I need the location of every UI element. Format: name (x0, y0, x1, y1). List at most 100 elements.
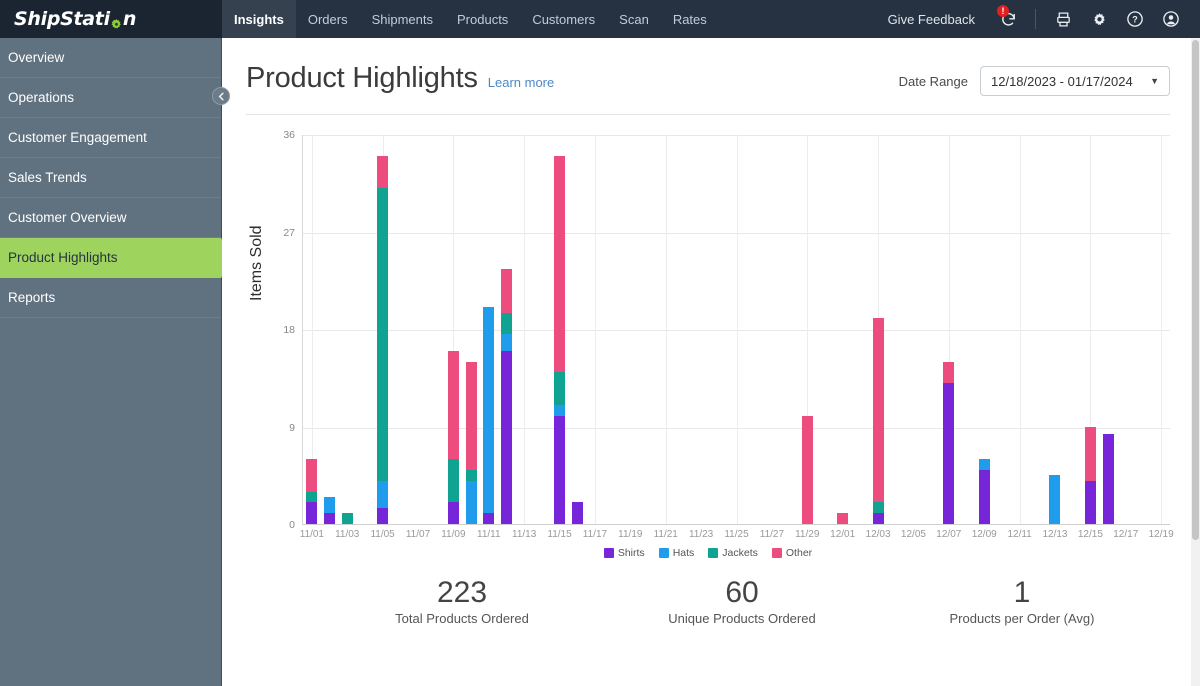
sidebar-item-customer-engagement[interactable]: Customer Engagement (0, 118, 221, 158)
chart-bar[interactable] (447, 350, 459, 524)
sidebar-item-overview[interactable]: Overview (0, 38, 221, 78)
chart-bar[interactable] (306, 459, 318, 524)
chart-x-tick: 11/25 (724, 529, 749, 540)
chart-bar-segment-shirts (447, 502, 459, 524)
legend-item-hats[interactable]: Hats (658, 547, 694, 559)
chart-bar[interactable] (943, 361, 955, 524)
sidebar-collapse-button[interactable] (212, 87, 230, 105)
sidebar-item-label: Overview (8, 50, 65, 65)
chart-x-tick: 12/03 (865, 529, 891, 540)
sidebar-item-label: Customer Engagement (8, 130, 147, 145)
stat-value: 1 (1013, 576, 1031, 609)
sidebar-item-product-highlights[interactable]: Product Highlights (0, 238, 234, 278)
stat-label: Total Products Ordered (395, 610, 529, 626)
legend-item-shirts[interactable]: Shirts (603, 547, 645, 559)
legend-swatch (603, 548, 614, 558)
chart-bar[interactable] (341, 513, 353, 524)
chart-bar-segment-hats (324, 496, 336, 514)
chart-vertical-gridline (524, 135, 526, 524)
chart-bar-segment-shirts (377, 507, 389, 524)
sidebar-item-operations[interactable]: Operations (0, 78, 221, 118)
chart-bar[interactable] (465, 361, 477, 524)
settings-button[interactable] (1082, 0, 1116, 38)
chart-bar-segment-hats (377, 480, 389, 508)
chart-bar-segment-other (943, 361, 955, 384)
chart-bar-segment-hats (554, 404, 566, 416)
chart-bar-segment-shirts (571, 502, 583, 524)
legend-swatch (658, 548, 669, 558)
chart-bar[interactable] (978, 459, 990, 524)
chart-bar[interactable] (571, 502, 583, 524)
shipstation-logo[interactable]: ShipStati n (0, 0, 222, 38)
chart-bar[interactable] (324, 496, 336, 524)
date-range-control: Date Range 12/18/2023 - 01/17/2024 ▼ (899, 66, 1170, 96)
summary-statistics: 223 Total Products Ordered 60 Unique Pro… (222, 577, 1200, 626)
chart-plot-area: 0 9 18 27 36 11/01 11/03 11/05 11/07 11/09 11/11 11… (283, 129, 1173, 540)
tab-orders[interactable]: Orders (296, 0, 360, 38)
legend-swatch (771, 548, 782, 558)
chart-x-tick: 12/13 (1042, 529, 1068, 540)
chart-bar[interactable] (801, 415, 813, 524)
page-header: Product Highlights Learn more Date Range… (222, 38, 1200, 96)
chart-bar[interactable] (1102, 434, 1114, 524)
chart-bar-segment-other (306, 459, 318, 492)
chart-bar-segment-jackets (447, 459, 459, 503)
chart-bar-segment-jackets (500, 312, 512, 335)
page-scrollbar[interactable] (1191, 38, 1200, 686)
chevron-left-icon (218, 91, 224, 101)
chart-x-tick: 12/07 (936, 529, 962, 540)
chart-bar-segment-shirts (324, 513, 336, 524)
chart-bar-segment-shirts (872, 513, 884, 524)
help-button[interactable]: ? (1118, 0, 1152, 38)
give-feedback-link[interactable]: Give Feedback (874, 12, 989, 27)
chart-x-tick: 11/21 (653, 529, 678, 540)
legend-label: Jackets (722, 547, 758, 559)
svg-text:?: ? (1132, 14, 1138, 24)
legend-item-jackets[interactable]: Jackets (708, 547, 758, 559)
brand-text: ShipStati n (14, 8, 136, 30)
chart-bar-segment-jackets (341, 513, 353, 524)
chart-bar[interactable] (837, 513, 849, 524)
chart-bar[interactable] (872, 318, 884, 524)
chart-bar-segment-other (554, 155, 566, 373)
chart-bar-segment-shirts (554, 415, 566, 524)
date-range-value: 12/18/2023 - 01/17/2024 (991, 73, 1133, 89)
sidebar-item-customer-overview[interactable]: Customer Overview (0, 198, 221, 238)
chart-bar[interactable] (554, 155, 566, 524)
chart-bar[interactable] (483, 307, 495, 524)
tab-shipments[interactable]: Shipments (360, 0, 445, 38)
chart-bar-segment-hats (465, 480, 477, 524)
tab-rates[interactable]: Rates (661, 0, 719, 38)
chart-bar[interactable] (500, 269, 512, 524)
chart-legend: Shirts Hats Jackets Other (246, 547, 1170, 559)
sidebar-item-label: Sales Trends (8, 170, 87, 185)
sidebar-item-sales-trends[interactable]: Sales Trends (0, 158, 221, 198)
chart-bar-segment-other (447, 350, 459, 460)
tab-scan[interactable]: Scan (607, 0, 661, 38)
scrollbar-thumb[interactable] (1192, 40, 1199, 540)
chart-x-tick: 12/09 (971, 529, 997, 540)
sidebar-item-reports[interactable]: Reports (0, 278, 221, 318)
chart-bar-segment-jackets (554, 372, 566, 405)
chart-bar-segment-other (1084, 426, 1096, 481)
learn-more-link[interactable]: Learn more (488, 75, 554, 90)
chart-bar[interactable] (1084, 426, 1096, 524)
date-range-select[interactable]: 12/18/2023 - 01/17/2024 ▼ (980, 66, 1170, 96)
sidebar-item-label: Product Highlights (8, 250, 118, 265)
chart-bar[interactable] (377, 155, 389, 524)
chart-x-tick: 11/19 (618, 529, 643, 540)
chart-bar-segment-other (801, 415, 813, 524)
tab-products[interactable]: Products (445, 0, 520, 38)
tab-insights[interactable]: Insights (222, 0, 296, 38)
chart-y-tick: 18 (283, 324, 295, 336)
chart-x-tick: 12/15 (1077, 529, 1103, 540)
chart-bar[interactable] (1049, 475, 1061, 524)
legend-item-other[interactable]: Other (771, 547, 812, 559)
refresh-button[interactable]: ! (991, 0, 1025, 38)
printer-button[interactable] (1046, 0, 1080, 38)
tab-customers[interactable]: Customers (520, 0, 607, 38)
chart-bar-segment-other (500, 269, 512, 313)
chart-x-tick: 11/09 (441, 529, 466, 540)
chart-vertical-gridline (594, 135, 596, 524)
account-button[interactable] (1154, 0, 1188, 38)
